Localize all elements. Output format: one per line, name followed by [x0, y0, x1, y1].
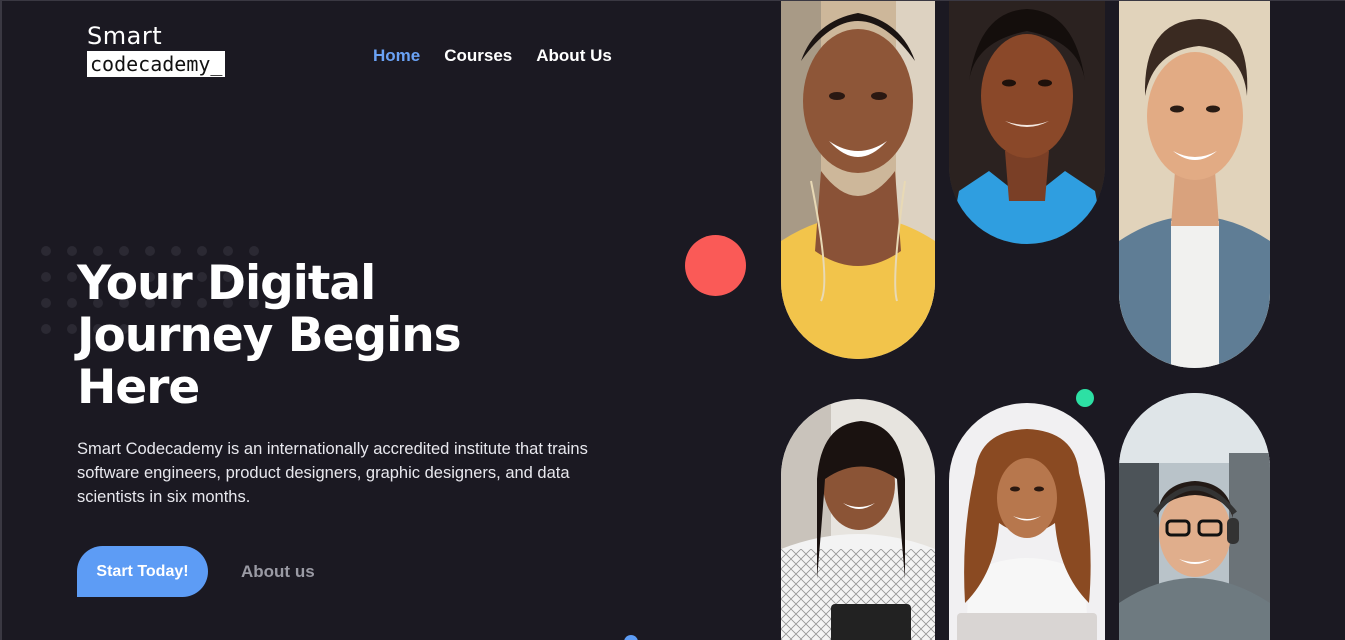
student-photo-6: [1119, 393, 1270, 640]
student-photo-1: [781, 1, 935, 359]
page-root: Smart codecademy_ Home Courses About Us …: [0, 0, 1345, 640]
nav-item-home[interactable]: Home: [373, 46, 420, 66]
student-photo-5: [949, 403, 1105, 640]
start-today-button[interactable]: Start Today!: [77, 546, 208, 597]
student-photo-2: [949, 1, 1105, 244]
hero-title-line-1: Your Digital: [77, 256, 376, 311]
nav-item-about-us[interactable]: About Us: [536, 46, 612, 66]
mint-dot-decoration: [1076, 389, 1094, 407]
student-photo-3: [1119, 1, 1270, 368]
about-us-link[interactable]: About us: [241, 562, 315, 582]
coral-circle-decoration: [685, 235, 746, 296]
logo-word-codecademy: codecademy_: [87, 51, 226, 77]
student-photo-4: [781, 399, 935, 640]
main-nav: Home Courses About Us: [373, 46, 612, 66]
hero-description: Smart Codecademy is an internationally a…: [77, 440, 588, 506]
blue-dot-decoration: [624, 635, 638, 640]
logo-word-smart: Smart: [87, 22, 163, 50]
hero-title: Your Digital Journey Begins Here: [77, 258, 637, 414]
site-logo[interactable]: Smart codecademy_: [87, 22, 226, 77]
hero-title-line-2: Journey Begins: [77, 308, 462, 363]
hero-title-line-3: Here: [77, 360, 200, 415]
nav-item-courses[interactable]: Courses: [444, 46, 512, 66]
